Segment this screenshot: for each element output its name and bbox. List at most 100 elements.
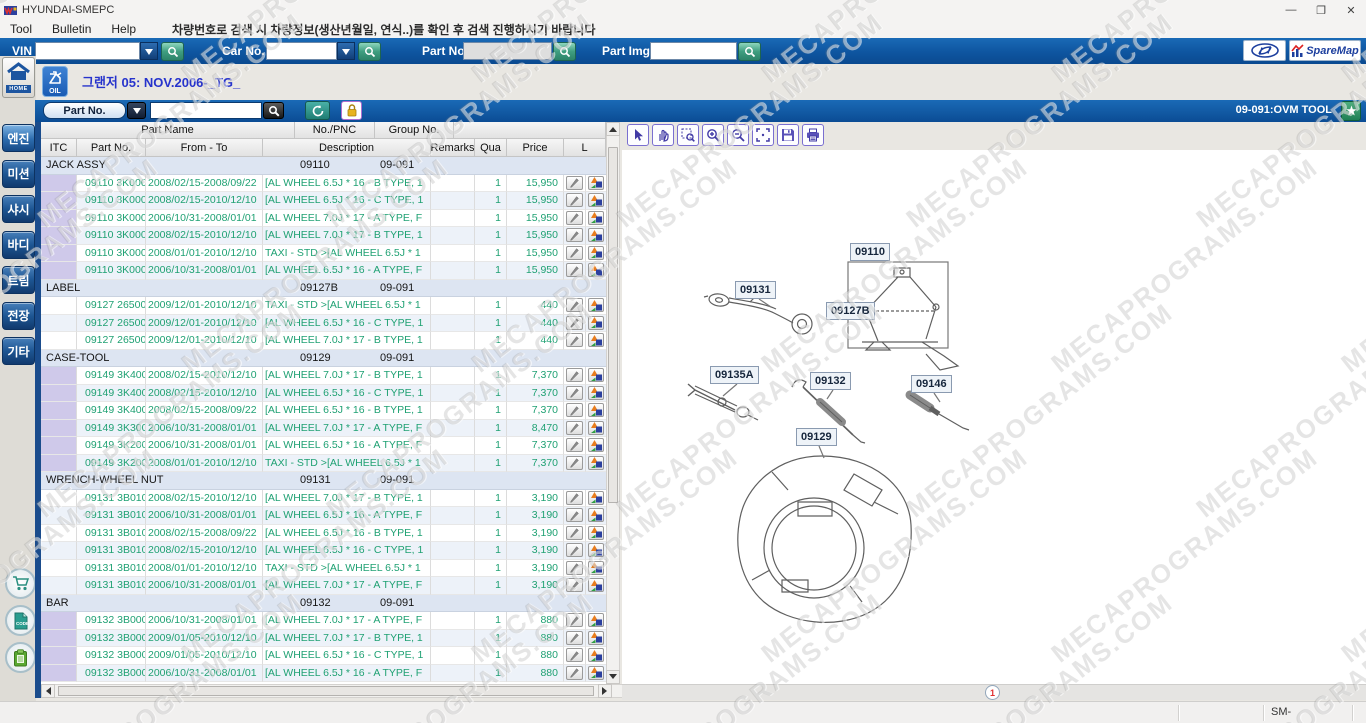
sparemap-link-icon[interactable] <box>588 211 604 225</box>
part-row[interactable]: 09149 3K4002008/02/15-2010/12/10[AL WHEE… <box>41 367 606 385</box>
part-row[interactable]: 09110 3K0002008/02/15-2008/09/22[AL WHEE… <box>41 175 606 193</box>
edit-pencil-icon[interactable] <box>566 368 583 382</box>
part-row[interactable]: 09127 265002009/12/01-2010/12/10[AL WHEE… <box>41 332 606 350</box>
menu-bulletin[interactable]: Bulletin <box>42 22 101 36</box>
group-row[interactable]: WRENCH-WHEEL NUT0913109-091 <box>41 472 606 490</box>
sparemap-link-icon[interactable] <box>588 491 604 505</box>
search-type-select[interactable]: Part No. <box>43 102 126 119</box>
code-doc-button[interactable]: CODE <box>5 605 36 636</box>
sparemap-link-icon[interactable] <box>588 666 604 680</box>
menu-tool[interactable]: Tool <box>0 22 42 36</box>
scroll-left-arrow[interactable] <box>41 684 55 698</box>
cart-button[interactable] <box>5 568 36 599</box>
part-row[interactable]: 09131 3B0102008/02/15-2010/12/10[AL WHEE… <box>41 490 606 508</box>
close-button[interactable]: ✕ <box>1336 0 1366 20</box>
sparemap-link-icon[interactable] <box>588 176 604 190</box>
sparemap-link-icon[interactable] <box>588 508 604 522</box>
zoom-in-icon[interactable] <box>702 124 724 146</box>
menu-help[interactable]: Help <box>101 22 146 36</box>
vertical-scroll-thumb[interactable] <box>608 147 618 503</box>
sidebar-item-electrical[interactable]: 전장 <box>2 302 35 330</box>
edit-pencil-icon[interactable] <box>566 666 583 680</box>
clipboard-button[interactable] <box>5 642 36 673</box>
page-indicator[interactable]: 1 <box>985 685 1000 700</box>
part-label[interactable]: 09127B <box>826 302 875 320</box>
edit-pencil-icon[interactable] <box>566 316 583 330</box>
horizontal-scroll-thumb[interactable] <box>58 686 594 696</box>
minimize-button[interactable]: — <box>1276 0 1306 20</box>
col-qua[interactable]: Qua <box>475 139 507 156</box>
sparemap-link-icon[interactable] <box>588 298 604 312</box>
edit-pencil-icon[interactable] <box>566 561 583 575</box>
sparemap-link-icon[interactable] <box>588 333 604 347</box>
scroll-up-arrow[interactable] <box>606 122 620 136</box>
part-row[interactable]: 09132 3B0002006/10/31-2008/01/01[AL WHEE… <box>41 665 606 683</box>
edit-pencil-icon[interactable] <box>566 386 583 400</box>
col-description[interactable]: Description <box>263 139 431 156</box>
parts-diagram[interactable]: 09110 09131 09127B 09135A 09132 09146 09… <box>622 150 1366 684</box>
edit-pencil-icon[interactable] <box>566 648 583 662</box>
part-row[interactable]: 09110 3K0002008/01/01-2010/12/10TAXI - S… <box>41 245 606 263</box>
sidebar-item-etc[interactable]: 기타 <box>2 337 35 365</box>
pan-icon[interactable] <box>652 124 674 146</box>
scroll-right-arrow[interactable] <box>598 684 612 698</box>
sparemap-link-icon[interactable] <box>588 403 604 417</box>
sidebar-item-chassis[interactable]: 샤시 <box>2 195 35 223</box>
col-itc[interactable]: ITC <box>41 139 77 156</box>
part-row[interactable]: 09110 3K0002008/02/15-2010/12/10[AL WHEE… <box>41 227 606 245</box>
col-remarks[interactable]: Remarks <box>431 139 475 156</box>
sparemap-link-icon[interactable] <box>588 561 604 575</box>
oil-tab-icon[interactable]: OIL <box>42 66 68 97</box>
sparemap-link-icon[interactable] <box>588 631 604 645</box>
sparemap-link-icon[interactable] <box>588 648 604 662</box>
car-no-input[interactable] <box>266 42 337 60</box>
sidebar-item-body[interactable]: 바디 <box>2 231 35 259</box>
sparemap-link-icon[interactable] <box>588 578 604 592</box>
part-no-input[interactable] <box>463 42 552 60</box>
part-row[interactable]: 09132 3B0002009/01/05-2010/12/10[AL WHEE… <box>41 630 606 648</box>
zoom-area-icon[interactable] <box>677 124 699 146</box>
part-row[interactable]: 09131 3B0102008/02/15-2008/09/22[AL WHEE… <box>41 525 606 543</box>
part-img-input[interactable] <box>650 42 737 60</box>
edit-pencil-icon[interactable] <box>566 613 583 627</box>
part-row[interactable]: 09127 265002009/12/01-2010/12/10TAXI - S… <box>41 297 606 315</box>
col-part-no[interactable]: Part No. <box>77 139 146 156</box>
edit-pencil-icon[interactable] <box>566 508 583 522</box>
part-row[interactable]: 09149 3K3002006/10/31-2008/01/01[AL WHEE… <box>41 420 606 438</box>
part-row[interactable]: 09110 3K0002008/02/15-2010/12/10[AL WHEE… <box>41 192 606 210</box>
col-from-to[interactable]: From - To <box>146 139 263 156</box>
maximize-button[interactable]: ❐ <box>1306 0 1336 20</box>
group-tool-button[interactable] <box>1341 101 1361 121</box>
car-no-dropdown-arrow[interactable] <box>337 42 355 60</box>
group-row[interactable]: BAR0913209-091 <box>41 595 606 613</box>
table-horizontal-scrollbar[interactable] <box>41 684 626 698</box>
part-row[interactable]: 09131 3B0102008/01/01-2010/12/10TAXI - S… <box>41 560 606 578</box>
car-no-search-button[interactable] <box>358 42 381 61</box>
edit-pencil-icon[interactable] <box>566 263 583 277</box>
edit-pencil-icon[interactable] <box>566 421 583 435</box>
part-row[interactable]: 09127 265002009/12/01-2010/12/10[AL WHEE… <box>41 315 606 333</box>
part-row[interactable]: 09149 3K4002008/02/15-2008/09/22[AL WHEE… <box>41 402 606 420</box>
home-button[interactable]: HOME <box>2 57 35 98</box>
zoom-out-icon[interactable] <box>727 124 749 146</box>
edit-pencil-icon[interactable] <box>566 578 583 592</box>
part-row[interactable]: 09131 3B0102008/02/15-2010/12/10[AL WHEE… <box>41 542 606 560</box>
vin-input[interactable] <box>35 42 140 60</box>
part-row[interactable]: 09131 3B0102006/10/31-2008/01/01[AL WHEE… <box>41 577 606 595</box>
sparemap-link-icon[interactable] <box>588 193 604 207</box>
sparemap-link-icon[interactable] <box>588 228 604 242</box>
part-search-input[interactable] <box>150 102 262 119</box>
part-row[interactable]: 09149 3K4002008/02/15-2010/12/10[AL WHEE… <box>41 385 606 403</box>
sparemap-link-icon[interactable] <box>588 613 604 627</box>
sparemap-link-icon[interactable] <box>588 246 604 260</box>
part-row[interactable]: 09110 3K0002006/10/31-2008/01/01[AL WHEE… <box>41 210 606 228</box>
edit-pencil-icon[interactable] <box>566 333 583 347</box>
group-row[interactable]: LABEL09127B09-091 <box>41 280 606 298</box>
lock-button[interactable] <box>341 101 362 120</box>
sparemap-link-icon[interactable] <box>588 386 604 400</box>
table-vertical-scrollbar[interactable] <box>606 122 620 684</box>
edit-pencil-icon[interactable] <box>566 228 583 242</box>
vehicle-tab-title[interactable]: 그랜저 05: NOV.2006-_TG_ <box>82 72 240 91</box>
part-label[interactable]: 09132 <box>810 372 851 390</box>
search-type-dropdown-arrow[interactable] <box>127 102 146 119</box>
